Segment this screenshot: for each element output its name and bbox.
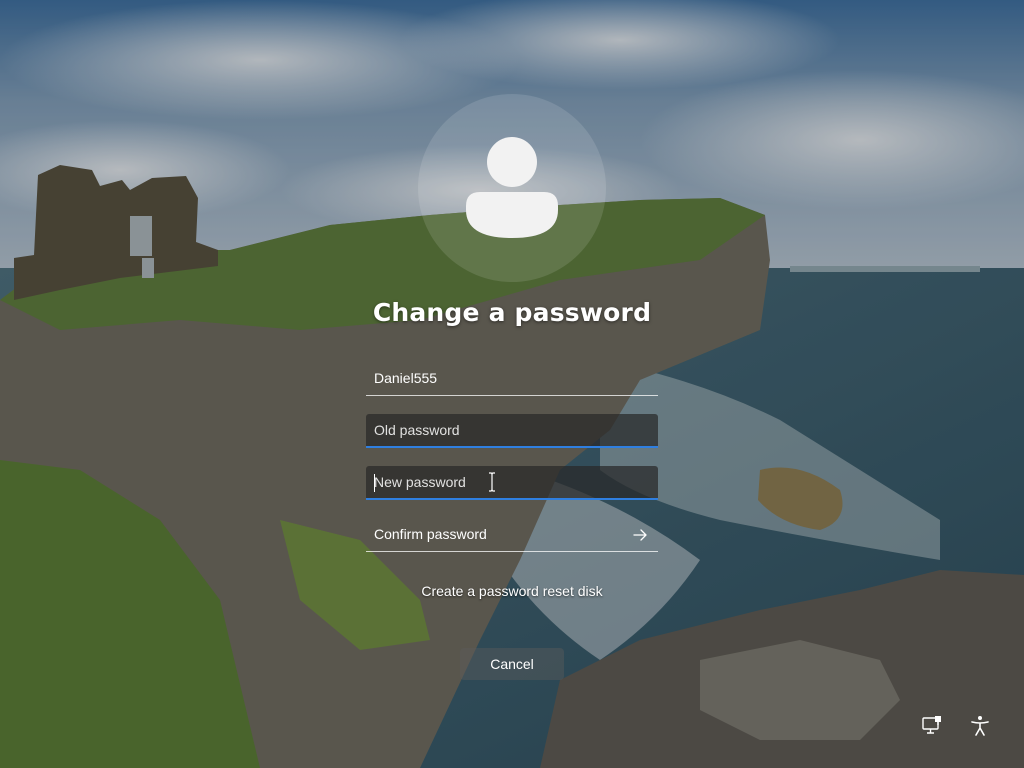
confirm-password-placeholder: Confirm password (374, 526, 487, 542)
lock-screen: Change a password Daniel555 Old password… (0, 0, 1024, 768)
old-password-placeholder: Old password (374, 422, 460, 438)
username-field: Daniel555 (366, 362, 658, 396)
create-reset-disk-link[interactable]: Create a password reset disk (312, 583, 712, 599)
accessibility-icon[interactable] (968, 714, 992, 738)
arrow-right-icon[interactable] (632, 527, 648, 543)
new-password-placeholder: New password (374, 474, 466, 490)
old-password-field[interactable]: Old password (366, 414, 658, 448)
network-icon[interactable] (920, 714, 944, 738)
page-title: Change a password (372, 298, 652, 327)
ibeam-cursor-icon (489, 472, 495, 492)
confirm-password-field[interactable]: Confirm password (366, 518, 658, 552)
cancel-button[interactable]: Cancel (460, 648, 564, 680)
user-avatar-icon (466, 137, 558, 238)
new-password-field[interactable]: New password (366, 466, 658, 500)
username-value: Daniel555 (374, 370, 438, 386)
